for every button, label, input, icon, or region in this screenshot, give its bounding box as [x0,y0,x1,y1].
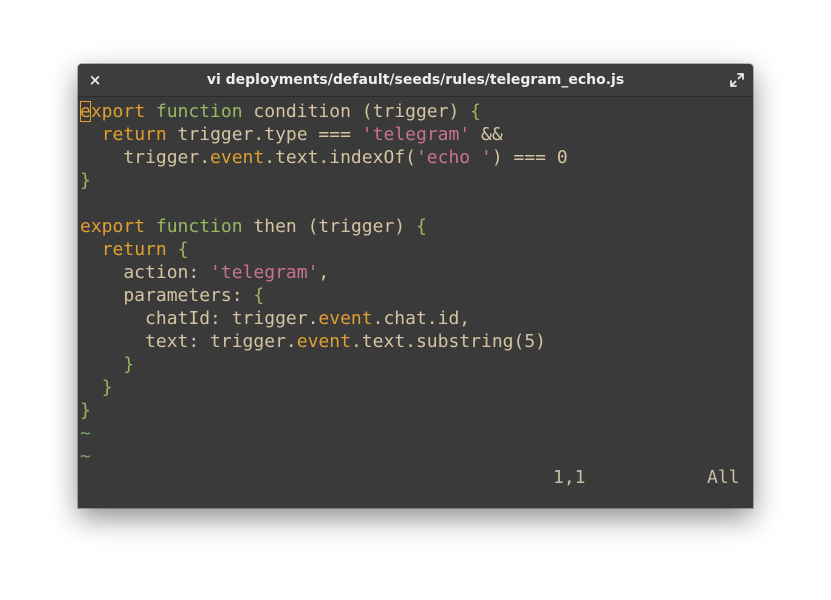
status-line: 1,1 All [78,465,753,491]
code-token: } [80,400,91,421]
code-editor[interactable]: export function condition (trigger) { re… [80,100,750,500]
code-token: return [101,239,167,260]
code-token: return [101,124,167,145]
code-line[interactable] [80,192,750,215]
code-token: then (trigger) [242,216,416,237]
code-line[interactable]: } [80,353,750,376]
code-line[interactable]: export function condition (trigger) { [80,100,750,123]
code-token: event [296,331,351,352]
code-token: event [210,147,265,168]
code-line[interactable]: trigger.event.text.indexOf('echo ') === … [80,146,750,169]
code-line[interactable]: export function then (trigger) { [80,215,750,238]
code-token: .chat.id, [372,308,471,329]
code-token: 'telegram' [210,262,319,283]
code-token: , [318,262,330,283]
code-token: .text.substring(5) [350,331,547,352]
empty-line-marker: ~ [80,446,91,467]
window-title: vi deployments/default/seeds/rules/teleg… [206,72,625,88]
code-line[interactable]: ~ [80,422,750,445]
code-token: function [155,216,243,237]
code-token: ) === 0 [491,147,568,168]
code-token: { [415,216,427,237]
code-token: 'echo ' [415,147,492,168]
code-token: { [177,239,189,260]
code-token: export [80,216,146,237]
code-line[interactable]: text: trigger.event.text.substring(5) [80,330,750,353]
code-token: { [253,285,265,306]
code-token: condition (trigger) [242,101,471,122]
cursor-position: 1,1 [553,467,586,488]
code-token: .text.indexOf( [264,147,416,168]
code-token: } [80,170,91,191]
code-token: xport [90,101,146,122]
code-token: action: [80,262,211,283]
code-token: } [123,354,135,375]
code-token: 'telegram' [361,124,471,145]
code-token: && [470,124,503,145]
text-cursor: e [80,101,91,122]
title-bar[interactable]: × vi deployments/default/seeds/rules/tel… [78,64,753,97]
code-line[interactable]: } [80,376,750,399]
code-line[interactable]: action: 'telegram', [80,261,750,284]
code-line[interactable]: } [80,169,750,192]
code-token: } [101,377,113,398]
code-line[interactable]: } [80,399,750,422]
empty-line-marker: ~ [80,423,91,444]
code-token: event [318,308,373,329]
code-line[interactable]: chatId: trigger.event.chat.id, [80,307,750,330]
terminal-window: × vi deployments/default/seeds/rules/tel… [78,64,753,508]
code-line[interactable]: return trigger.type === 'telegram' && [80,123,750,146]
scroll-percentage: All [707,467,740,488]
code-token: function [155,101,243,122]
maximize-icon[interactable] [729,72,745,88]
code-token: { [470,101,481,122]
code-token: chatId: trigger. [80,308,319,329]
code-token: trigger. [80,147,211,168]
code-token: trigger.type === [166,124,362,145]
code-token: parameters: [80,285,254,306]
code-token: text: trigger. [80,331,297,352]
code-line[interactable]: return { [80,238,750,261]
code-line[interactable]: parameters: { [80,284,750,307]
